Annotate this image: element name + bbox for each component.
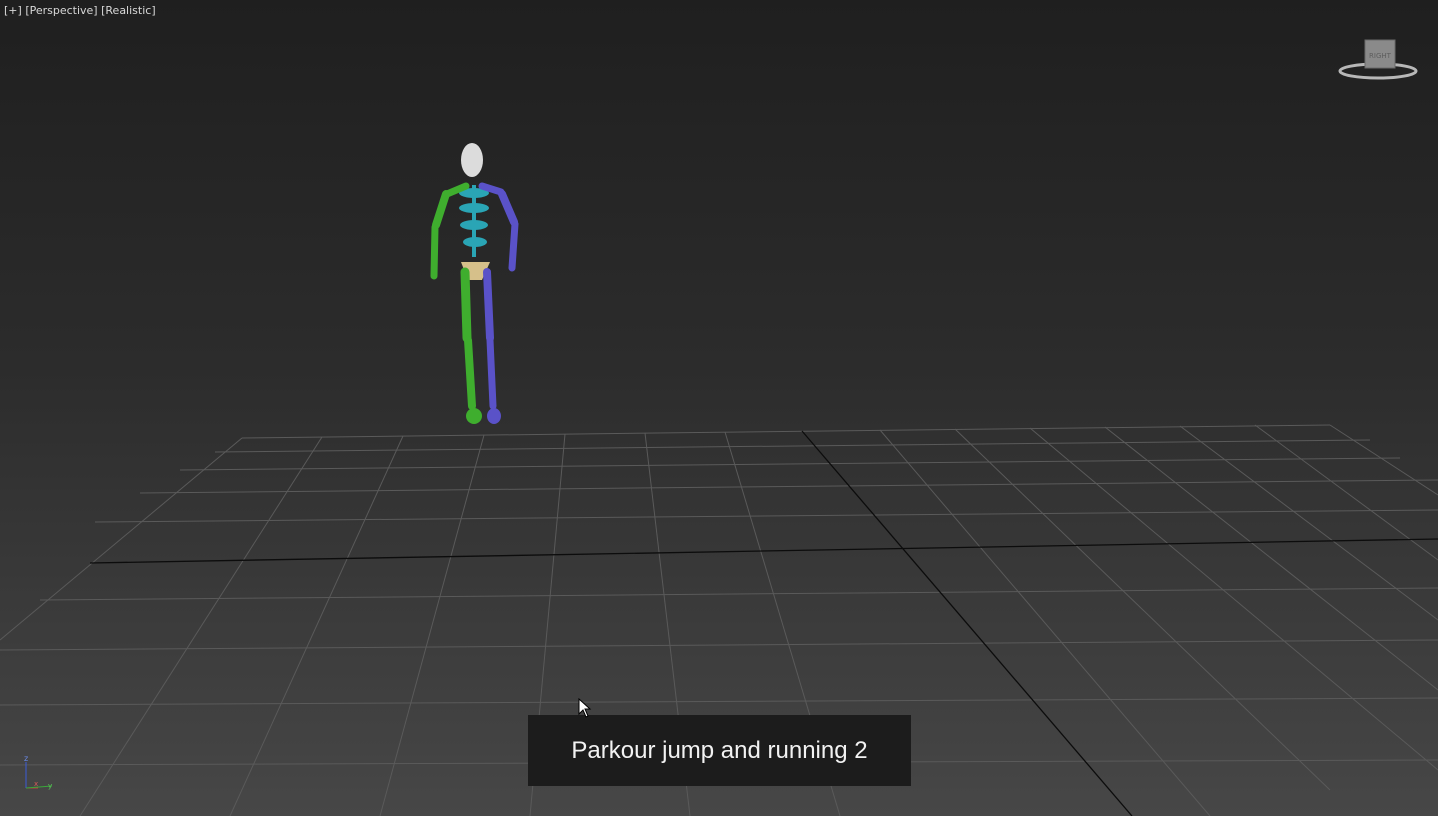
axis-x-label: x <box>34 780 38 788</box>
viewcube-face-label: RIGHT <box>1369 52 1392 60</box>
mouse-cursor-icon <box>578 698 592 718</box>
axis-y-label: y <box>48 782 52 790</box>
caption-text: Parkour jump and running 2 <box>571 736 868 764</box>
axis-tripod: z x y <box>24 754 52 790</box>
viewport-3d-scene[interactable] <box>0 0 1438 816</box>
biped-skeleton[interactable] <box>430 143 519 424</box>
spine-vertebrae[interactable] <box>459 185 489 257</box>
axis-z-label: z <box>24 754 28 763</box>
animation-caption: Parkour jump and running 2 <box>528 715 911 786</box>
viewcube[interactable]: RIGHT <box>1336 36 1426 86</box>
skull[interactable] <box>461 143 483 177</box>
right-limbs[interactable] <box>478 182 519 424</box>
